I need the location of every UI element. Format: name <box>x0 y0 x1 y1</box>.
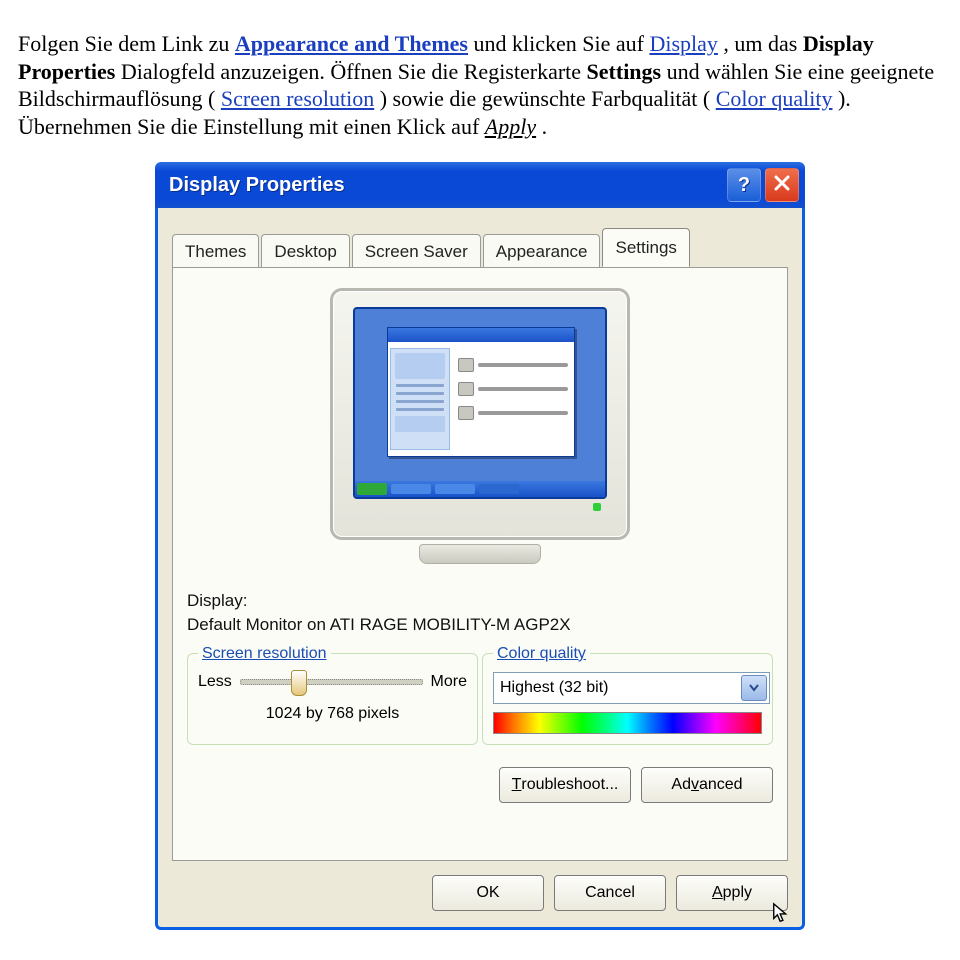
display-properties-dialog: Display Properties ? Themes Desktop Scre… <box>155 162 805 930</box>
tab-themes[interactable]: Themes <box>172 234 259 268</box>
ok-label: OK <box>476 883 499 903</box>
settings-term: Settings <box>587 59 662 84</box>
display-link[interactable]: Display <box>649 31 717 56</box>
cancel-label: Cancel <box>585 883 635 903</box>
help-button[interactable]: ? <box>727 168 761 202</box>
slider-thumb-icon[interactable] <box>291 670 307 696</box>
instruction-paragraph: Folgen Sie dem Link zu Appearance and Th… <box>18 30 942 140</box>
tab-settings[interactable]: Settings <box>602 228 689 267</box>
resolution-slider[interactable] <box>240 679 423 685</box>
power-led-icon <box>593 503 601 511</box>
ok-button[interactable]: OK <box>432 875 544 911</box>
preview-screen <box>353 307 607 499</box>
tab-appearance[interactable]: Appearance <box>483 234 601 268</box>
settings-tab-body: Display: Default Monitor on ATI RAGE MOB… <box>172 267 788 861</box>
tab-screen-saver[interactable]: Screen Saver <box>352 234 481 268</box>
chevron-down-icon <box>741 675 767 701</box>
screen-resolution-title: Screen resolution <box>198 644 331 664</box>
color-spectrum <box>493 712 762 734</box>
cancel-button[interactable]: Cancel <box>554 875 666 911</box>
color-quality-title: Color quality <box>493 644 590 664</box>
monitor-preview <box>187 282 773 588</box>
screen-resolution-link[interactable]: Screen resolution <box>221 86 374 111</box>
advanced-button[interactable]: Advanced <box>641 767 773 803</box>
color-quality-group: Color quality Highest (32 bit) <box>482 653 773 745</box>
troubleshoot-label: roubleshoot... <box>521 775 618 795</box>
close-icon <box>774 173 790 198</box>
slider-more-label: More <box>431 672 467 692</box>
color-quality-combo[interactable]: Highest (32 bit) <box>493 672 770 704</box>
resolution-readout: 1024 by 768 pixels <box>198 704 467 724</box>
screen-resolution-group: Screen resolution Less More 1024 by 768 … <box>187 653 478 745</box>
advanced-prefix: Ad <box>671 775 691 795</box>
help-icon: ? <box>738 173 750 198</box>
apply-rest: pply <box>723 883 752 903</box>
cursor-icon <box>771 902 793 924</box>
close-button[interactable] <box>765 168 799 202</box>
display-value: Default Monitor on ATI RAGE MOBILITY-M A… <box>187 614 773 635</box>
text: Folgen Sie dem Link zu <box>18 31 235 56</box>
troubleshoot-mnemonic: T <box>512 775 522 795</box>
appearance-themes-link[interactable]: Appearance and Themes <box>235 31 468 56</box>
slider-less-label: Less <box>198 672 232 692</box>
color-quality-selected: Highest (32 bit) <box>500 678 609 698</box>
advanced-mnemonic: v <box>691 775 699 795</box>
apply-term: Apply <box>485 114 536 139</box>
apply-button[interactable]: Apply <box>676 875 788 911</box>
text: , um das <box>723 31 802 56</box>
text: Dialogfeld anzuzeigen. Öffnen Sie die Re… <box>121 59 587 84</box>
display-label: Display: <box>187 590 773 611</box>
text: ) sowie die gewünschte Farbqualität ( <box>380 86 711 111</box>
titlebar[interactable]: Display Properties ? <box>155 162 805 208</box>
color-quality-link[interactable]: Color quality <box>716 86 833 111</box>
text: . <box>542 114 548 139</box>
advanced-rest: anced <box>699 775 743 795</box>
troubleshoot-button[interactable]: Troubleshoot... <box>499 767 631 803</box>
text: und klicken Sie auf <box>473 31 649 56</box>
apply-mnemonic: A <box>712 883 723 903</box>
window-title: Display Properties <box>169 173 345 198</box>
tab-strip: Themes Desktop Screen Saver Appearance S… <box>158 208 802 267</box>
tab-desktop[interactable]: Desktop <box>261 234 349 268</box>
